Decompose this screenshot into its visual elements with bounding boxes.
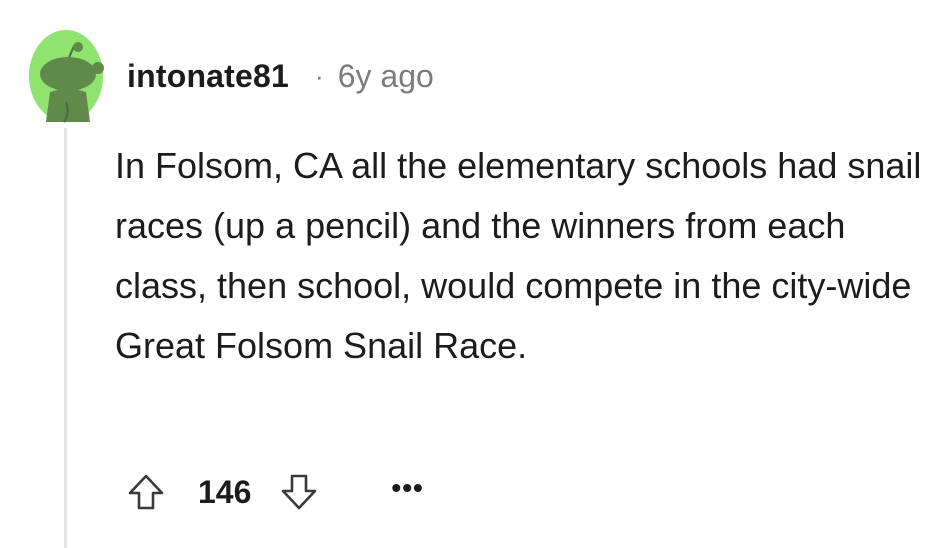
- vote-score: 146: [198, 473, 252, 510]
- timestamp[interactable]: 6y ago: [338, 58, 434, 95]
- comment-header: intonate81 · 6y ago: [127, 52, 434, 100]
- separator-dot: ·: [315, 61, 324, 91]
- downvote-arrow-icon[interactable]: [277, 470, 321, 514]
- comment-body: In Folsom, CA all the elementary schools…: [115, 145, 922, 366]
- thread-line[interactable]: [64, 128, 67, 548]
- username[interactable]: intonate81: [127, 58, 289, 95]
- more-options-icon[interactable]: •••: [391, 474, 423, 502]
- upvote-arrow-icon[interactable]: [124, 470, 168, 514]
- snoo-avatar-icon[interactable]: [28, 30, 104, 124]
- comment-actions: 146 •••: [124, 468, 424, 516]
